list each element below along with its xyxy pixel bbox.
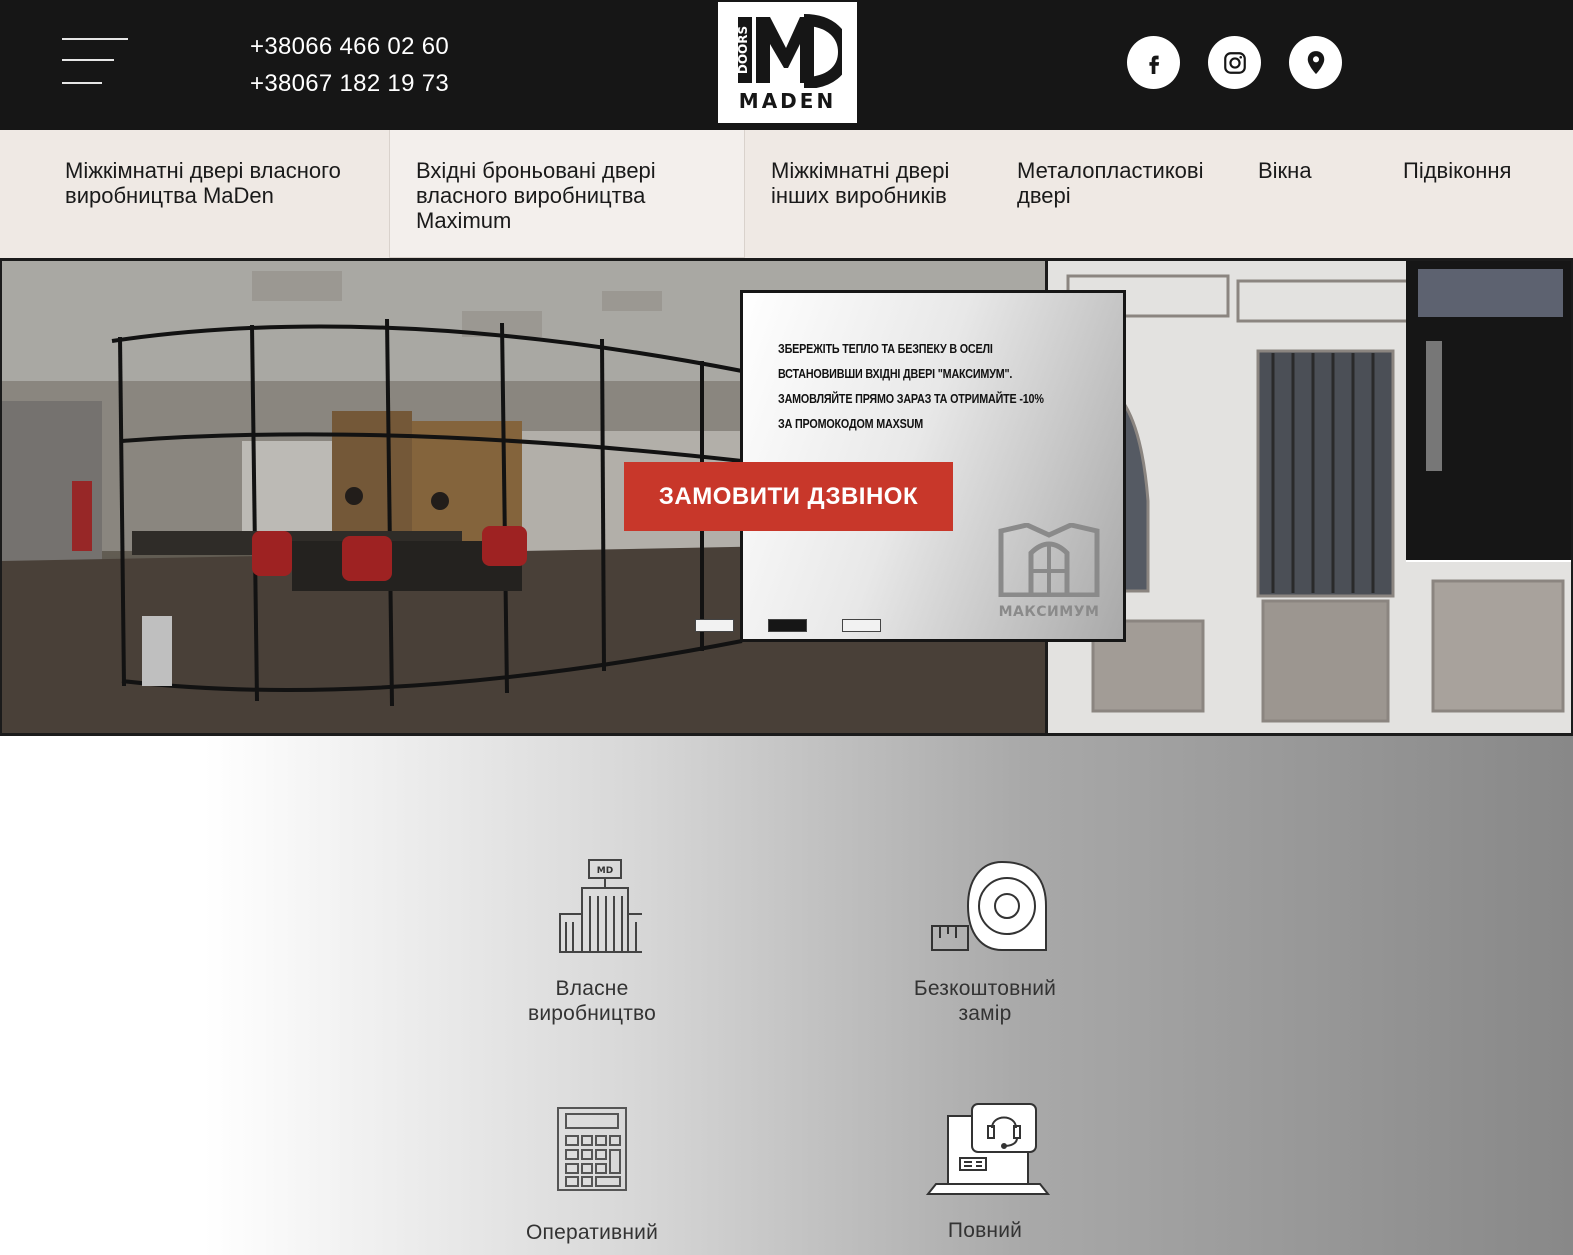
- feature-full-service: Повний: [875, 1100, 1095, 1243]
- support-laptop-icon: [925, 1103, 1050, 1195]
- logo-brand-text: MADEN: [738, 89, 837, 113]
- promo-line: ВСТАНОВИВШИ ВХІДНІ ДВЕРІ "МАКСИМУМ".: [778, 367, 1013, 381]
- entrance-doors-photo: [1048, 261, 1571, 733]
- menu-burger-icon[interactable]: [62, 36, 130, 88]
- facebook-icon: [1148, 55, 1159, 74]
- feature-label-line: виробництво: [527, 1002, 657, 1025]
- promo-line: ЗА ПРОМОКОДОМ MAXSUM: [778, 417, 924, 431]
- nav-item-maximum-entrance-doors[interactable]: Вхідні броньовані двері власного виробни…: [389, 130, 745, 258]
- feature-label: Власне виробництво: [482, 976, 702, 1026]
- feature-label-line: Повний: [947, 1219, 1023, 1242]
- slider-dot-1[interactable]: [695, 619, 734, 632]
- top-header: +38066 466 02 60 +38067 182 19 73 DOORS …: [0, 0, 1573, 130]
- svg-text:MD: MD: [597, 866, 613, 876]
- calculator-icon: [557, 1107, 627, 1191]
- feature-free-measurement: Безкоштовний замір: [875, 856, 1095, 1026]
- nav-item-other-interior-doors[interactable]: Міжкімнатні двері інших виробників: [771, 130, 986, 258]
- feature-label-line: Оперативний: [525, 1221, 659, 1244]
- order-call-button[interactable]: ЗАМОВИТИ ДЗВІНОК: [624, 462, 953, 531]
- nav-item-maden-interior-doors[interactable]: Міжкімнатні двері власного виробництва M…: [65, 130, 365, 258]
- promo-line: ЗАМОВЛЯЙТЕ ПРЯМО ЗАРАЗ ТА ОТРИМАЙТЕ -10%: [778, 392, 1044, 406]
- facebook-button[interactable]: [1127, 36, 1180, 89]
- main-navigation: Міжкімнатні двері власного виробництва M…: [0, 130, 1573, 258]
- instagram-button[interactable]: [1208, 36, 1261, 89]
- feature-label-line: Безкоштовний: [913, 977, 1057, 1000]
- slider-dot-2[interactable]: [768, 619, 807, 632]
- feature-label: Безкоштовний замір: [875, 976, 1095, 1026]
- feature-label: Повний: [875, 1218, 1095, 1243]
- svg-text:DOORS: DOORS: [736, 26, 750, 74]
- feature-operative: Оперативний: [482, 1104, 702, 1245]
- nav-item-metal-plastic-doors[interactable]: Металопластикові двері: [1017, 130, 1217, 258]
- tape-measure-icon: [931, 860, 1047, 951]
- phone-numbers: +38066 466 02 60 +38067 182 19 73: [250, 28, 449, 102]
- hero-slider: ЗБЕРЕЖІТЬ ТЕПЛО ТА БЕЗПЕКУ В ОСЕЛІ ВСТАН…: [0, 258, 1573, 736]
- nav-item-windows[interactable]: Вікна: [1258, 130, 1348, 258]
- factory-icon: MD: [559, 859, 642, 953]
- advantages-section: MD Власне виробництво Безкоштовний замір: [0, 736, 1573, 1255]
- feature-own-production: MD Власне виробництво: [482, 856, 702, 1026]
- slider-dot-3[interactable]: [842, 619, 881, 632]
- promo-text: ЗБЕРЕЖІТЬ ТЕПЛО ТА БЕЗПЕКУ В ОСЕЛІ ВСТАН…: [778, 337, 1044, 437]
- maximum-logo-text: МАКСИМУМ: [998, 604, 1100, 620]
- location-button[interactable]: [1289, 36, 1342, 89]
- feature-label: Оперативний: [482, 1220, 702, 1245]
- maximum-logo: МАКСИМУМ: [997, 522, 1101, 620]
- md-logo-icon: DOORS: [736, 14, 842, 88]
- map-pin-icon: [1307, 50, 1324, 74]
- promo-line: ЗБЕРЕЖІТЬ ТЕПЛО ТА БЕЗПЕКУ В ОСЕЛІ: [778, 342, 993, 356]
- nav-item-window-sills[interactable]: Підвіконня: [1403, 130, 1543, 258]
- instagram-icon: [1223, 51, 1246, 74]
- phone-link-1[interactable]: +38066 466 02 60: [250, 28, 449, 65]
- site-logo[interactable]: DOORS MADEN: [718, 2, 857, 123]
- feature-label-line: замір: [958, 1002, 1012, 1025]
- phone-link-2[interactable]: +38067 182 19 73: [250, 65, 449, 102]
- maximum-door-icon: [998, 522, 1100, 598]
- feature-label-line: Власне: [555, 977, 629, 1000]
